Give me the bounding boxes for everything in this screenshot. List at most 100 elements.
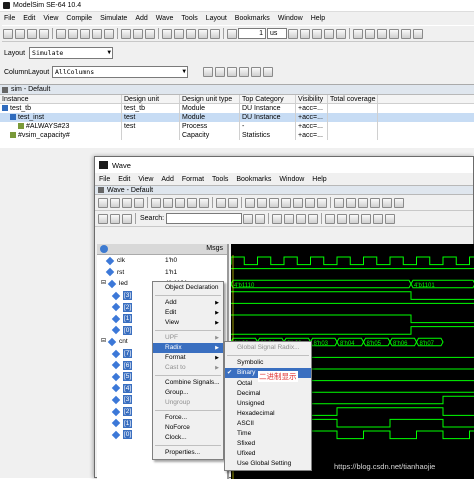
menu-add[interactable]: Add bbox=[131, 15, 151, 22]
sim-row[interactable]: #ALWAYS#23 test Process - +acc=... bbox=[0, 122, 474, 131]
break-icon[interactable] bbox=[305, 197, 315, 208]
layout-select[interactable]: Simulate ▼ bbox=[29, 47, 114, 59]
zoom-full-icon[interactable] bbox=[308, 213, 319, 224]
step-icon[interactable] bbox=[162, 28, 172, 39]
open-file-icon[interactable] bbox=[110, 197, 120, 208]
context-item-object-declaration[interactable]: Object Declaration bbox=[153, 283, 223, 293]
column-layout-select[interactable]: AllColumns ▼ bbox=[52, 66, 188, 78]
undo-icon[interactable] bbox=[92, 28, 102, 39]
restart-icon[interactable] bbox=[227, 28, 237, 39]
edge-icon[interactable] bbox=[385, 213, 396, 224]
wave-menu-edit[interactable]: Edit bbox=[114, 176, 134, 183]
wave-menu-file[interactable]: File bbox=[95, 176, 114, 183]
zoom-icon[interactable] bbox=[210, 28, 220, 39]
cut-icon[interactable] bbox=[56, 28, 66, 39]
step-over-icon[interactable] bbox=[174, 28, 184, 39]
sim-column-header[interactable]: Top Category bbox=[240, 95, 296, 103]
context-item-clock[interactable]: Clock... bbox=[153, 433, 223, 443]
coverage-icon[interactable] bbox=[227, 67, 237, 77]
wave-options-icon[interactable] bbox=[100, 245, 108, 253]
radix-item-time[interactable]: Time bbox=[225, 429, 311, 439]
step-icon[interactable] bbox=[245, 197, 255, 208]
debug-icon[interactable] bbox=[353, 28, 363, 39]
menu-tools[interactable]: Tools bbox=[177, 15, 201, 22]
coverage-icon[interactable] bbox=[215, 67, 225, 77]
menu-file[interactable]: File bbox=[0, 15, 19, 22]
wave-icon[interactable] bbox=[365, 28, 375, 39]
coverage-icon[interactable] bbox=[203, 67, 213, 77]
radix-item-hexadecimal[interactable]: Hexadecimal bbox=[225, 409, 311, 419]
new-file-icon[interactable] bbox=[3, 28, 13, 39]
new-file-icon[interactable] bbox=[98, 197, 108, 208]
save-icon[interactable] bbox=[122, 197, 132, 208]
sim-row[interactable]: test_tb test_tb Module DU Instance +acc=... bbox=[0, 104, 474, 113]
compile-icon[interactable] bbox=[121, 28, 131, 39]
zoom-out-icon[interactable] bbox=[346, 197, 356, 208]
copy-icon[interactable] bbox=[163, 197, 173, 208]
binoculars-icon[interactable] bbox=[145, 28, 155, 39]
save-icon[interactable] bbox=[27, 28, 37, 39]
break-icon[interactable] bbox=[324, 28, 334, 39]
sim-row[interactable]: #vsim_capacity# Capacity Statistics +acc=..… bbox=[0, 131, 474, 140]
print-icon[interactable] bbox=[134, 197, 144, 208]
menu-help[interactable]: Help bbox=[307, 15, 329, 22]
context-item-add[interactable]: Add ▶ bbox=[153, 298, 223, 308]
back-icon[interactable] bbox=[186, 28, 196, 39]
wave-menu-add[interactable]: Add bbox=[157, 176, 177, 183]
sim-column-header[interactable]: Visibility bbox=[296, 95, 328, 103]
wave-compare-icon[interactable] bbox=[382, 197, 392, 208]
paste-icon[interactable] bbox=[175, 197, 185, 208]
zoom-out-icon[interactable] bbox=[284, 213, 295, 224]
search-next-icon[interactable] bbox=[255, 213, 266, 224]
forward-icon[interactable] bbox=[269, 197, 279, 208]
search-input[interactable] bbox=[166, 213, 243, 224]
menu-compile[interactable]: Compile bbox=[62, 15, 96, 22]
paste-icon[interactable] bbox=[80, 28, 90, 39]
menu-layout[interactable]: Layout bbox=[202, 15, 231, 22]
edge-icon[interactable] bbox=[349, 213, 360, 224]
menu-edit[interactable]: Edit bbox=[19, 15, 39, 22]
zoom-area-icon[interactable] bbox=[296, 213, 307, 224]
schematic-icon[interactable] bbox=[389, 28, 399, 39]
edge-next-icon[interactable] bbox=[337, 213, 348, 224]
coverage-icon[interactable] bbox=[263, 67, 273, 77]
context-item-noforce[interactable]: NoForce bbox=[153, 423, 223, 433]
forward-icon[interactable] bbox=[198, 28, 208, 39]
find-icon[interactable] bbox=[133, 28, 143, 39]
compile-icon[interactable] bbox=[216, 197, 226, 208]
collapse-icon[interactable]: ⊟ bbox=[101, 337, 106, 346]
menu-view[interactable]: View bbox=[39, 15, 62, 22]
redo-icon[interactable] bbox=[199, 197, 209, 208]
delete-cursor-icon[interactable] bbox=[110, 213, 120, 224]
context-item-edit[interactable]: Edit ▶ bbox=[153, 308, 223, 318]
menu-simulate[interactable]: Simulate bbox=[96, 15, 131, 22]
wave-menu-view[interactable]: View bbox=[134, 176, 157, 183]
zoom-in-icon[interactable] bbox=[334, 197, 344, 208]
copy-icon[interactable] bbox=[68, 28, 78, 39]
radix-item-symbolic[interactable]: Symbolic bbox=[225, 358, 311, 368]
signal-row[interactable]: clk 1'h0 bbox=[97, 255, 227, 267]
context-item-combine-signals[interactable]: Combine Signals... bbox=[153, 378, 223, 388]
find-icon[interactable] bbox=[228, 197, 238, 208]
run-icon[interactable] bbox=[288, 28, 298, 39]
edge-icon[interactable] bbox=[361, 213, 372, 224]
insert-cursor-icon[interactable] bbox=[98, 213, 108, 224]
sim-column-header[interactable]: Instance bbox=[0, 95, 122, 103]
radix-item-decimal[interactable]: Decimal bbox=[225, 389, 311, 399]
signal-row[interactable]: rst 1'h1 bbox=[97, 267, 227, 279]
back-icon[interactable] bbox=[257, 197, 267, 208]
wave-menu-window[interactable]: Window bbox=[275, 176, 308, 183]
undo-icon[interactable] bbox=[187, 197, 197, 208]
zoom-in-icon[interactable] bbox=[272, 213, 283, 224]
dataflow-icon[interactable] bbox=[377, 28, 387, 39]
menu-window[interactable]: Window bbox=[274, 15, 307, 22]
context-item-radix[interactable]: Radix ▶ bbox=[153, 343, 223, 353]
context-item-format[interactable]: Format ▶ bbox=[153, 353, 223, 363]
wave-menu-tools[interactable]: Tools bbox=[208, 176, 232, 183]
continue-icon[interactable] bbox=[300, 28, 310, 39]
menu-wave[interactable]: Wave bbox=[152, 15, 178, 22]
open-file-icon[interactable] bbox=[15, 28, 25, 39]
run-unit-select[interactable]: us bbox=[267, 28, 287, 39]
stop-icon[interactable] bbox=[336, 28, 346, 39]
cursor-icon[interactable] bbox=[370, 197, 380, 208]
